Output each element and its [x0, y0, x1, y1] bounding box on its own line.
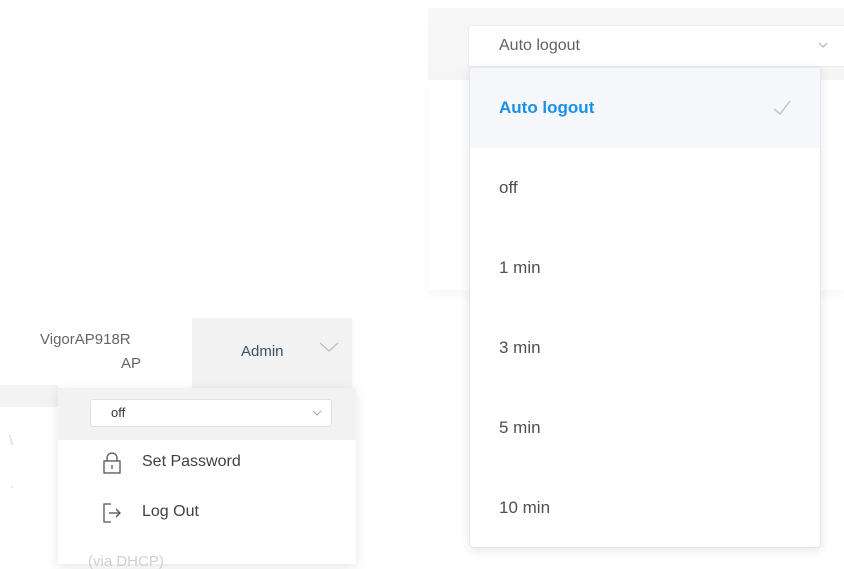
log-out-menu-item[interactable]: Log Out — [58, 490, 356, 534]
option-label: off — [499, 178, 518, 197]
option-10-min[interactable]: 10 min — [470, 468, 820, 547]
option-1-min[interactable]: 1 min — [470, 228, 820, 308]
option-5-min[interactable]: 5 min — [470, 388, 820, 468]
lock-icon — [103, 452, 121, 474]
auto-logout-dropdown: Auto logout off 1 min 3 min 5 min 10 min — [469, 67, 821, 548]
background-strip — [0, 385, 58, 407]
background-fragment-text: (via DHCP) — [88, 553, 164, 569]
chevron-down-icon[interactable] — [318, 340, 340, 354]
option-label: 1 min — [499, 258, 541, 277]
set-password-label: Set Password — [142, 453, 241, 470]
option-label: 10 min — [499, 498, 551, 517]
option-off[interactable]: off — [470, 148, 820, 228]
auto-logout-select[interactable]: Auto logout — [468, 25, 844, 67]
logout-icon — [103, 503, 121, 523]
device-name: VigorAP918R — [40, 331, 131, 348]
auto-logout-mini-value: off — [111, 405, 126, 420]
chevron-down-icon — [312, 410, 322, 416]
device-role: AP — [121, 355, 142, 372]
chevron-down-icon — [818, 42, 828, 48]
option-label: 5 min — [499, 418, 541, 437]
set-password-menu-item[interactable]: Set Password — [58, 440, 356, 484]
auto-logout-select-value: Auto logout — [499, 37, 580, 54]
device-info-card — [0, 318, 192, 386]
checkmark-icon — [773, 100, 791, 116]
admin-user-button[interactable]: Admin — [241, 343, 284, 360]
option-auto-logout[interactable]: Auto logout — [470, 68, 820, 148]
auto-logout-mini-select[interactable]: off — [90, 399, 332, 427]
log-out-label: Log Out — [142, 503, 199, 520]
option-3-min[interactable]: 3 min — [470, 308, 820, 388]
background-fragment: \ — [9, 432, 13, 448]
option-label: Auto logout — [499, 98, 595, 117]
option-label: 3 min — [499, 338, 541, 357]
background-fragment: · — [10, 478, 14, 492]
